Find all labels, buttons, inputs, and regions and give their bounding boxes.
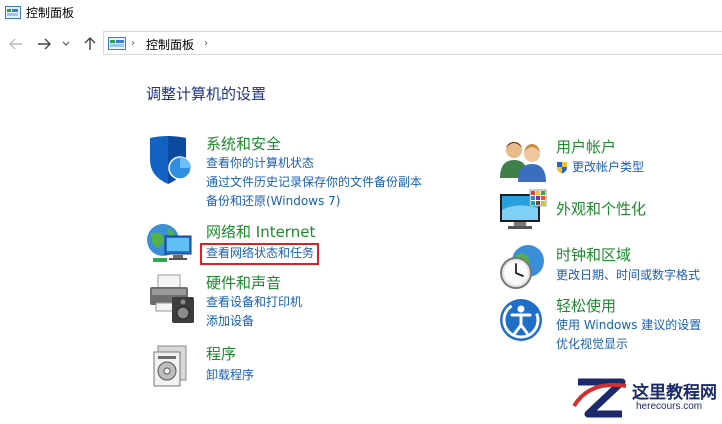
forward-button[interactable] xyxy=(34,34,54,54)
clock-region-icon[interactable] xyxy=(498,243,548,295)
link-file-history-backup[interactable]: 通过文件历史记录保存你的文件备份副本 xyxy=(206,173,422,192)
link-use-recommended-settings[interactable]: 使用 Windows 建议的设置 xyxy=(556,316,701,335)
printer-icon[interactable] xyxy=(148,273,196,329)
arrow-right-icon xyxy=(37,38,51,50)
category-title[interactable]: 系统和安全 xyxy=(206,135,422,153)
category-user-accounts: 用户帐户 更改帐户类型 xyxy=(556,138,644,177)
category-hardware-sound: 硬件和声音 查看设备和打印机 添加设备 xyxy=(206,274,302,331)
link-view-computer-status[interactable]: 查看你的计算机状态 xyxy=(206,154,422,173)
link-add-device[interactable]: 添加设备 xyxy=(206,312,302,331)
category-title[interactable]: 网络和 Internet xyxy=(206,223,315,241)
category-title[interactable]: 时钟和区域 xyxy=(556,246,700,264)
category-title[interactable]: 程序 xyxy=(206,345,254,363)
link-view-devices-printers[interactable]: 查看设备和打印机 xyxy=(206,293,302,312)
category-title[interactable]: 硬件和声音 xyxy=(206,274,302,292)
category-system-security: 系统和安全 查看你的计算机状态 通过文件历史记录保存你的文件备份副本 备份和还原… xyxy=(206,135,422,211)
link-optimize-visual-display[interactable]: 优化视觉显示 xyxy=(556,335,701,354)
chevron-down-icon xyxy=(62,41,70,47)
category-clock-region: 时钟和区域 更改日期、时间或数字格式 xyxy=(556,246,700,285)
appearance-personalization-icon[interactable] xyxy=(498,188,548,238)
category-title[interactable]: 外观和个性化 xyxy=(556,200,646,218)
uac-shield-icon xyxy=(556,161,568,180)
arrow-left-icon xyxy=(9,38,23,50)
title-bar: 控制面板 xyxy=(0,0,722,26)
page-title: 调整计算机的设置 xyxy=(146,85,267,103)
user-accounts-icon[interactable] xyxy=(498,138,548,186)
programs-icon[interactable] xyxy=(152,344,190,392)
category-ease-of-access: 轻松使用 使用 Windows 建议的设置 优化视觉显示 xyxy=(556,297,701,354)
link-change-account-type[interactable]: 更改帐户类型 xyxy=(556,158,644,177)
system-security-icon[interactable] xyxy=(146,134,196,190)
highlight-box xyxy=(200,243,319,265)
category-title[interactable]: 用户帐户 xyxy=(556,138,644,156)
link-uninstall-program[interactable]: 卸载程序 xyxy=(206,366,254,385)
watermark-url: herecours.com xyxy=(636,401,703,412)
link-backup-restore[interactable]: 备份和还原(Windows 7) xyxy=(206,192,422,211)
chevron-right-icon[interactable]: › xyxy=(131,38,135,49)
watermark-name: 这里教程网 xyxy=(632,383,717,403)
recent-locations-button[interactable] xyxy=(59,34,73,54)
ease-of-access-icon[interactable] xyxy=(498,297,546,349)
breadcrumb-control-panel[interactable]: 控制面板 xyxy=(146,36,194,53)
address-bar[interactable]: › 控制面板 › xyxy=(103,31,722,55)
link-change-date-time-format[interactable]: 更改日期、时间或数字格式 xyxy=(556,266,700,285)
link-label: 更改帐户类型 xyxy=(572,160,645,174)
category-appearance-personalization: 外观和个性化 xyxy=(556,200,646,218)
arrow-up-icon xyxy=(84,37,96,51)
watermark-emblem-icon xyxy=(572,378,627,418)
category-programs: 程序 卸载程序 xyxy=(206,345,254,385)
watermark-logo: 这里教程网 herecours.com xyxy=(570,376,720,420)
up-button[interactable] xyxy=(80,34,100,54)
window-title: 控制面板 xyxy=(26,6,75,20)
back-button[interactable] xyxy=(6,34,26,54)
navigation-bar: › 控制面板 › xyxy=(0,28,722,60)
network-globe-icon[interactable] xyxy=(145,220,197,270)
chevron-right-icon[interactable]: › xyxy=(204,38,208,49)
control-panel-icon xyxy=(5,5,21,19)
control-panel-icon xyxy=(108,36,126,55)
category-title[interactable]: 轻松使用 xyxy=(556,297,701,315)
